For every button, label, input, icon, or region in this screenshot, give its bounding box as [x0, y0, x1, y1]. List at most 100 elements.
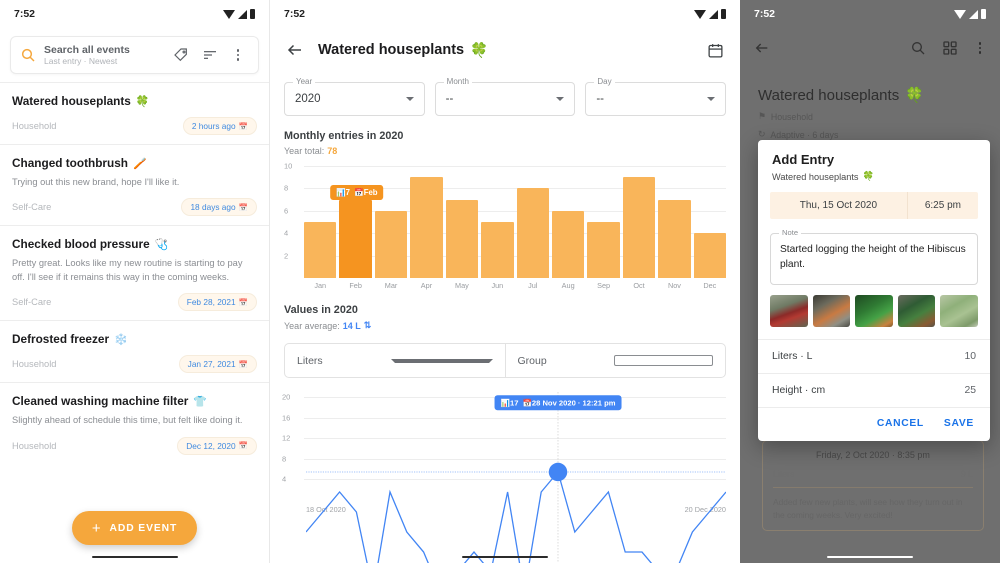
bar-chart-tooltip: 📊7 📅Feb — [329, 184, 384, 200]
line-chart[interactable]: 4 8 12 16 20 📊17 📅28 Nov 2020 · 12:21 pm — [282, 392, 726, 500]
back-arrow-icon[interactable] — [754, 40, 770, 56]
search-input[interactable]: Search all events Last entry · Newest — [44, 44, 173, 67]
status-bar: 7:52 — [0, 0, 269, 28]
dialog-actions: CANCEL SAVE — [758, 406, 990, 441]
plant-photo-3[interactable] — [855, 294, 893, 327]
chevron-down-icon — [405, 97, 414, 101]
event-emoji: 🍀 — [135, 95, 150, 108]
calendar-icon: 📅 — [238, 297, 248, 307]
detail-header: Watered houseplants 🍀 ⚑ Household ↻ Adap… — [740, 68, 1000, 140]
bar[interactable] — [304, 222, 337, 278]
signal-icon — [238, 9, 247, 19]
time-field[interactable]: 6:25 pm — [908, 192, 978, 219]
bar[interactable] — [410, 177, 443, 278]
list-item[interactable]: Changed toothbrush 🪥 Trying out this new… — [0, 144, 269, 225]
bar[interactable] — [374, 210, 408, 278]
add-event-button[interactable]: + ADD EVENT — [71, 511, 198, 545]
event-date-badge[interactable]: 18 days ago 📅 — [181, 198, 257, 217]
year-select-value: 2020 — [295, 93, 321, 105]
wifi-icon — [223, 9, 235, 19]
height-field[interactable]: Height · cm 25 — [758, 372, 990, 407]
search-bar[interactable]: Search all events Last entry · Newest — [10, 36, 259, 74]
page-title: Watered houseplants 🍀 — [318, 42, 693, 59]
bar[interactable] — [481, 222, 514, 278]
bar[interactable] — [587, 222, 620, 278]
bar[interactable] — [622, 177, 656, 278]
chevron-down-icon — [707, 97, 716, 101]
event-note: Trying out this new brand, hope I'll lik… — [12, 177, 180, 187]
event-footer: Household 2 hours ago 📅 — [12, 117, 257, 135]
cancel-button[interactable]: CANCEL — [877, 418, 924, 429]
x-axis-tick: Nov — [667, 281, 681, 290]
liters-field[interactable]: Liters · L 10 — [758, 338, 990, 373]
x-axis-tick: Dec — [703, 281, 717, 290]
day-select-label: Day — [594, 77, 615, 86]
group-toggle[interactable]: Group — [504, 344, 726, 377]
event-footer: Household Jan 27, 2021 📅 — [12, 355, 257, 374]
list-item[interactable]: Cleaned washing machine filter 👕 Slightl… — [0, 382, 269, 463]
bar[interactable] — [339, 199, 372, 278]
year-select[interactable]: Year 2020 — [284, 77, 425, 116]
page-title-text: Watered houseplants — [758, 86, 900, 104]
back-arrow-icon[interactable] — [286, 41, 304, 59]
event-footer: Self-Care Feb 28, 2021 📅 — [12, 293, 257, 312]
calendar-icon: 📅 — [238, 202, 248, 212]
month-select-value: -- — [445, 93, 454, 105]
year-select-label: Year — [293, 77, 316, 86]
bar[interactable] — [445, 199, 479, 278]
event-date-badge[interactable]: 2 hours ago 📅 — [182, 117, 257, 135]
line-tooltip-date: 📅28 Nov 2020 · 12:21 pm — [522, 397, 616, 407]
date-field[interactable]: Thu, 15 Oct 2020 — [770, 192, 908, 219]
event-date-badge[interactable]: Jan 27, 2021 📅 — [178, 355, 257, 374]
detail-meta-schedule: ↻ Adaptive · 6 days — [758, 129, 982, 140]
bar[interactable] — [658, 199, 691, 278]
grid-icon[interactable] — [942, 40, 958, 56]
kebab-menu-icon[interactable] — [231, 48, 245, 62]
list-item[interactable]: Watered houseplants 🍀 Household 2 hours … — [0, 82, 269, 144]
year-average-label: Year average: — [284, 320, 340, 331]
wifi-icon — [954, 9, 966, 19]
event-date-badge[interactable]: Feb 28, 2021 📅 — [177, 293, 257, 312]
monthly-entries-section: Monthly entries in 2020 Year total: 78 2… — [270, 116, 740, 290]
list-item[interactable]: Checked blood pressure 🩺 Pretty great. L… — [0, 225, 269, 320]
plant-photo-2[interactable] — [812, 294, 851, 327]
month-select[interactable]: Month -- — [434, 77, 576, 116]
group-checkbox[interactable] — [614, 355, 713, 366]
list-item[interactable]: Defrosted freezer ❄️ Household Jan 27, 2… — [0, 320, 269, 382]
background-entry-card[interactable]: Friday, 2 Oct 2020 · 8:35 pm Liters 9 L … — [762, 440, 984, 532]
y-axis-tick: 12 — [282, 433, 291, 443]
unit-select[interactable]: Liters — [285, 344, 505, 377]
unit-select-value: Liters — [297, 354, 323, 367]
x-axis-tick: Apr — [420, 281, 433, 290]
tag-icon[interactable] — [173, 47, 189, 63]
bar[interactable] — [516, 188, 549, 278]
event-statistics-screen: 7:52 Watered houseplants 🍀 Year 2020 Mon… — [270, 0, 740, 563]
bar[interactable] — [551, 210, 585, 278]
status-time: 7:52 — [754, 8, 776, 20]
battery-icon — [250, 9, 255, 19]
search-icon[interactable] — [910, 40, 926, 56]
calendar-icon[interactable] — [707, 42, 724, 59]
save-button[interactable]: SAVE — [944, 418, 974, 429]
add-event-label: ADD EVENT — [109, 522, 178, 534]
event-detail-screen: 7:52 Watered houseplants 🍀 ⚑ Household ↻… — [740, 0, 1000, 563]
bar[interactable] — [693, 233, 727, 278]
sort-icon[interactable] — [202, 47, 218, 63]
event-date-badge[interactable]: Dec 12, 2020 📅 — [177, 436, 257, 455]
note-field[interactable]: Note Started logging the height of the H… — [770, 228, 978, 285]
event-title: Checked blood pressure 🩺 — [12, 237, 257, 251]
x-axis-tick: Jan — [314, 281, 327, 290]
calendar-icon: 📅 — [238, 359, 248, 369]
repeat-icon: ↻ — [758, 129, 766, 139]
page-title: Watered houseplants 🍀 — [758, 86, 982, 105]
plant-photo-4[interactable] — [897, 294, 936, 327]
status-icons — [223, 9, 255, 19]
day-select[interactable]: Day -- — [585, 77, 727, 116]
plant-photo-5[interactable] — [940, 294, 978, 327]
y-axis-tick: 20 — [282, 392, 291, 402]
bar-chart[interactable]: 2 4 6 8 10 📊7 📅Feb — [284, 162, 727, 278]
kebab-menu-icon[interactable] — [974, 41, 986, 55]
chart-toggle-icon[interactable]: ⇅ — [364, 320, 372, 331]
plant-photo-1[interactable] — [770, 294, 808, 327]
event-title-text: Changed toothbrush — [12, 156, 128, 170]
